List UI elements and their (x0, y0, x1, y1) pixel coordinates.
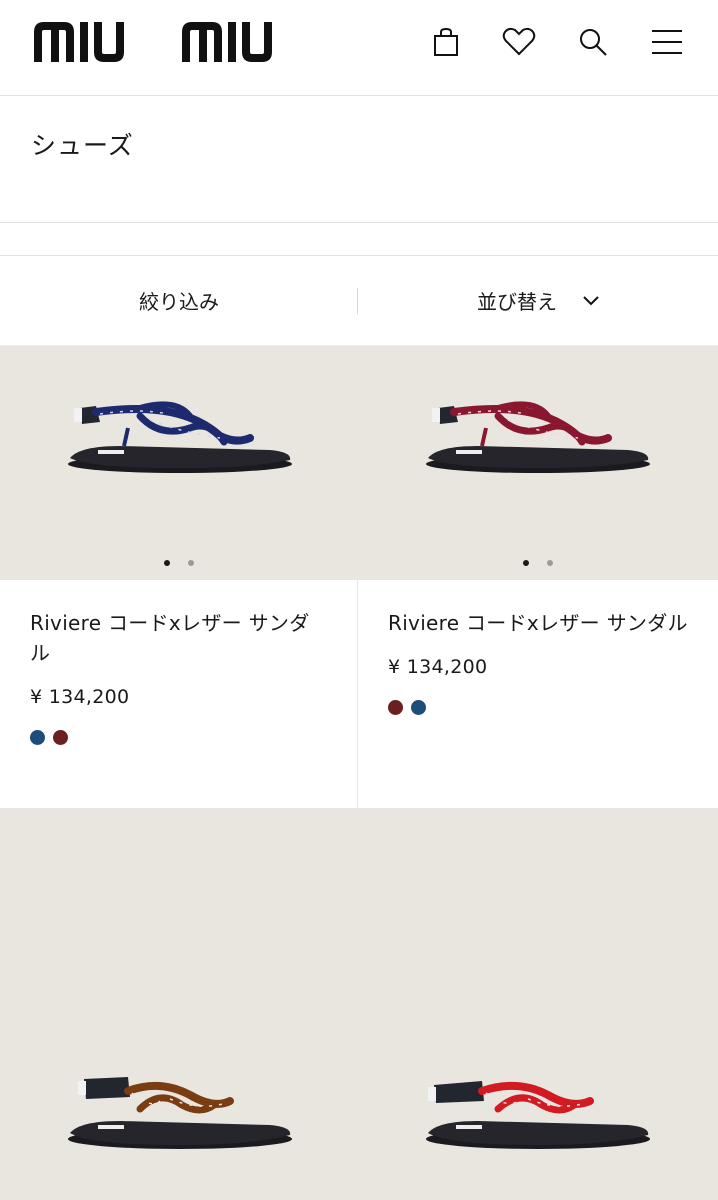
color-swatch-burgundy[interactable] (388, 700, 403, 715)
image-carousel-dots (358, 560, 718, 566)
page-title: シューズ (31, 131, 134, 160)
product-card[interactable]: Riviere コードxレザー サンダル ¥ 134,200 (358, 346, 718, 809)
search-icon[interactable] (573, 22, 613, 62)
product-image[interactable] (0, 809, 357, 1200)
filter-button[interactable]: 絞り込み (0, 286, 358, 315)
heart-icon[interactable] (499, 22, 539, 62)
product-grid: Riviere コードxレザー サンダル ¥ 134,200 Riviere コ… (0, 346, 718, 1200)
shopping-bag-icon[interactable] (426, 22, 466, 62)
page-title-area: シューズ (0, 96, 718, 223)
sort-button[interactable]: 並び替え (358, 286, 718, 315)
carousel-dot[interactable] (187, 560, 194, 566)
section-spacer (0, 223, 718, 256)
product-info: Riviere コードxレザー サンダル ¥ 134,200 (0, 580, 357, 808)
menu-icon[interactable] (647, 22, 687, 62)
carousel-dot[interactable] (163, 560, 170, 566)
product-image[interactable] (358, 809, 718, 1200)
toolbar-divider (357, 288, 358, 314)
carousel-dot[interactable] (547, 560, 553, 566)
miu-miu-logo[interactable] (32, 20, 306, 64)
image-carousel-dots (0, 560, 357, 566)
sort-label: 並び替え (477, 290, 557, 314)
product-image[interactable] (0, 346, 357, 580)
color-swatches (388, 700, 688, 715)
product-name[interactable]: Riviere コードxレザー サンダル (388, 608, 688, 638)
carousel-dot[interactable] (523, 560, 529, 566)
color-swatch-burgundy[interactable] (53, 730, 68, 745)
product-price: ¥ 134,200 (388, 656, 488, 678)
site-header (0, 0, 718, 96)
sandal-image (68, 1077, 292, 1149)
product-info: Riviere コードxレザー サンダル ¥ 134,200 (358, 580, 718, 808)
product-image[interactable] (358, 346, 718, 580)
color-swatch-blue[interactable] (411, 700, 426, 715)
product-card[interactable]: Riviere コードxレザー サンダル ¥ 134,200 (0, 346, 358, 809)
product-name[interactable]: Riviere コードxレザー サンダル (30, 608, 327, 668)
product-card[interactable] (358, 809, 718, 1200)
color-swatch-blue[interactable] (30, 730, 45, 745)
sandal-image (426, 401, 650, 473)
sandal-image (68, 401, 292, 473)
chevron-down-icon (583, 295, 599, 305)
product-card[interactable] (0, 809, 358, 1200)
product-price: ¥ 134,200 (30, 686, 130, 708)
filter-sort-bar: 絞り込み 並び替え (0, 256, 718, 346)
color-swatches (30, 730, 327, 745)
sandal-image (426, 1081, 650, 1149)
